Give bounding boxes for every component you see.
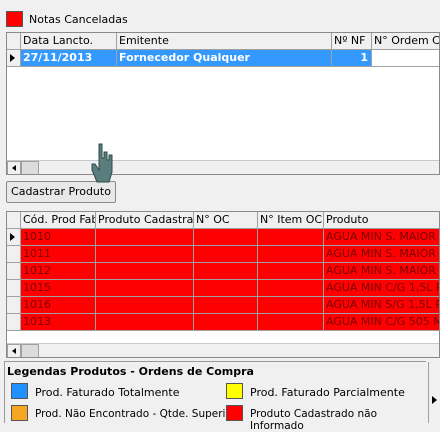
product-registered-cell[interactable] [96, 280, 194, 297]
row-indicator [7, 229, 21, 246]
product-name-cell[interactable]: AGUA MIN S. MAIOR 20 [324, 229, 439, 246]
row-indicator [7, 263, 21, 280]
products-grid[interactable]: Cód. Prod Fab Produto Cadastrado N° OC N… [6, 211, 440, 358]
product-name-cell[interactable]: AGUA MIN S. MAIOR 5L [324, 263, 439, 280]
product-oc-cell[interactable] [194, 314, 258, 331]
product-code-cell[interactable]: 1016 [21, 297, 96, 314]
row-indicator [7, 50, 21, 67]
legend-label-billed-partially: Prod. Faturado Parcialmente [250, 386, 405, 399]
product-registered-cell[interactable] [96, 263, 194, 280]
legend-panel: Legendas Produtos - Ordens de Compra Pro… [4, 361, 426, 432]
legend-label-billed-fully: Prod. Faturado Totalmente [35, 386, 180, 399]
legend-swatch-billed-partially [226, 383, 243, 399]
product-code-cell[interactable]: 1015 [21, 280, 96, 297]
product-oc-cell[interactable] [194, 263, 258, 280]
col-header-ordem[interactable]: N° Ordem Con [372, 33, 439, 50]
product-name-cell[interactable]: AGUA MIN C/G 505 ML P [324, 314, 439, 331]
product-item-oc-cell[interactable] [258, 246, 324, 263]
hand-cursor-icon [91, 143, 113, 183]
legend-swatch-not-found [11, 405, 28, 421]
product-item-oc-cell[interactable] [258, 280, 324, 297]
canceled-notes-swatch [6, 11, 23, 27]
row-indicator [7, 314, 21, 331]
row-indicator [7, 297, 21, 314]
product-item-oc-cell[interactable] [258, 229, 324, 246]
product-item-oc-cell[interactable] [258, 297, 324, 314]
product-code-cell[interactable]: 1013 [21, 314, 96, 331]
product-name-cell[interactable]: AGUA MIN S. MAIOR 10 [324, 246, 439, 263]
note-date-cell[interactable]: 27/11/2013 [21, 50, 117, 67]
scroll-right-arrow-icon[interactable] [432, 396, 437, 404]
notes-grid[interactable]: Data Lancto. Emitente Nº NF N° Ordem Con… [6, 32, 440, 175]
products-grid-hscroll[interactable] [7, 343, 439, 357]
legend-swatch-registered-not-informed [226, 405, 243, 421]
product-registered-cell[interactable] [96, 246, 194, 263]
product-registered-cell[interactable] [96, 229, 194, 246]
col-header-item-oc[interactable]: N° Item OC [258, 212, 324, 229]
row-indicator [7, 280, 21, 297]
right-panel-scrollbar[interactable] [428, 362, 440, 423]
legend-label-not-found: Prod. Não Encontrado - Qtde. Superior [35, 408, 237, 420]
product-item-oc-cell[interactable] [258, 263, 324, 280]
col-header-nro-oc[interactable]: N° OC [194, 212, 258, 229]
product-oc-cell[interactable] [194, 297, 258, 314]
scroll-thumb[interactable] [21, 161, 39, 174]
product-code-cell[interactable]: 1011 [21, 246, 96, 263]
scroll-left-button[interactable] [7, 161, 21, 174]
note-order-cell[interactable] [372, 50, 439, 67]
canceled-notes-label: Notas Canceladas [29, 13, 128, 26]
legend-title: Legendas Produtos - Ordens de Compra [7, 365, 254, 378]
col-header-produto-cadastrado[interactable]: Produto Cadastrado [96, 212, 194, 229]
col-header-produto[interactable]: Produto [324, 212, 439, 229]
col-header-nf[interactable]: Nº NF [332, 33, 372, 50]
product-name-cell[interactable]: AGUA MIN S/G 1,5L PUR [324, 297, 439, 314]
product-registered-cell[interactable] [96, 297, 194, 314]
product-oc-cell[interactable] [194, 246, 258, 263]
note-emitter-cell[interactable]: Fornecedor Qualquer [117, 50, 332, 67]
product-oc-cell[interactable] [194, 280, 258, 297]
product-name-cell[interactable]: AGUA MIN C/G 1,5L PUR [324, 280, 439, 297]
notes-grid-hscroll[interactable] [7, 160, 439, 174]
legend-label-registered-not-informed: Produto Cadastrado não Informado [250, 408, 377, 432]
product-item-oc-cell[interactable] [258, 314, 324, 331]
col-header-emitente[interactable]: Emitente [117, 33, 332, 50]
note-nf-cell[interactable]: 1 [332, 50, 372, 67]
row-indicator [7, 246, 21, 263]
scroll-left-button[interactable] [7, 344, 21, 357]
notes-grid-corner [7, 33, 21, 50]
product-code-cell[interactable]: 1010 [21, 229, 96, 246]
scroll-thumb[interactable] [21, 344, 39, 357]
col-header-cod-prod-fab[interactable]: Cód. Prod Fab [21, 212, 96, 229]
col-header-data-lancto[interactable]: Data Lancto. [21, 33, 117, 50]
product-oc-cell[interactable] [194, 229, 258, 246]
product-code-cell[interactable]: 1012 [21, 263, 96, 280]
products-grid-corner [7, 212, 21, 229]
legend-swatch-billed-fully [11, 383, 28, 399]
product-registered-cell[interactable] [96, 314, 194, 331]
